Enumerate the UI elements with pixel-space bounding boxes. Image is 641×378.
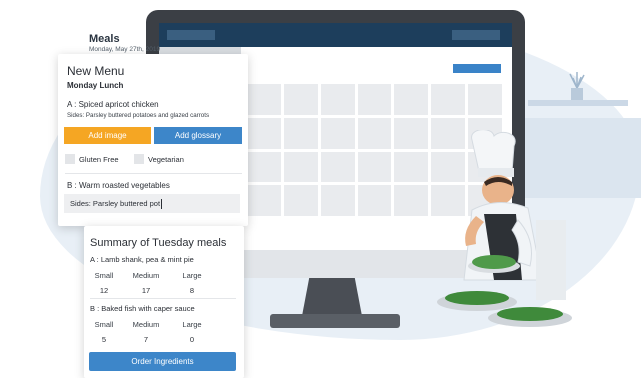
summary-meal-a: A : Lamb shank, pea & mint pie — [90, 255, 194, 264]
gluten-free-label: Gluten Free — [79, 155, 119, 164]
vegetarian-checkbox[interactable] — [134, 154, 144, 164]
kitchen-shelf — [528, 100, 628, 106]
calendar-cell[interactable] — [247, 117, 281, 149]
calendar-cell[interactable] — [431, 84, 466, 115]
calendar-cell[interactable] — [357, 117, 392, 149]
calendar-cell[interactable] — [283, 185, 318, 216]
calendar-cell[interactable] — [357, 151, 392, 183]
screen-date: Monday, May 27th, 2019 — [89, 46, 161, 53]
header-logo-placeholder — [167, 30, 215, 40]
header-menu-placeholder — [452, 30, 500, 40]
calendar-cell[interactable] — [247, 84, 281, 115]
new-menu-title: New Menu — [67, 64, 125, 78]
chef-illustration — [437, 130, 572, 327]
menu-item-a-sides: Sides: Parsley buttered potatoes and gla… — [67, 112, 210, 119]
meal-b-medium-count: 7 — [143, 335, 149, 344]
monitor-stand-base — [270, 314, 400, 328]
col-small-header: Small — [94, 271, 114, 280]
meal-a-medium-count: 17 — [141, 286, 151, 295]
summary-title: Summary of Tuesday meals — [90, 237, 227, 249]
new-menu-subtitle: Monday Lunch — [67, 81, 124, 90]
calendar-cell[interactable] — [394, 117, 429, 149]
calendar-cell[interactable] — [468, 84, 502, 115]
illustration-stage: Meals Monday, May 27th, 2019 New Menu Mo… — [0, 0, 641, 378]
vegetarian-label: Vegetarian — [148, 155, 184, 164]
calendar-cell[interactable] — [394, 151, 429, 183]
calendar-cell[interactable] — [283, 84, 318, 115]
text-caret — [161, 198, 163, 209]
sides-input-value: Sides: Parsley buttered pot — [70, 199, 161, 208]
calendar-cell[interactable] — [247, 151, 281, 183]
col-medium-header: Medium — [132, 320, 160, 329]
calendar-cell[interactable] — [247, 185, 281, 216]
meal-b-large-count: 0 — [189, 335, 195, 344]
calendar-cell[interactable] — [320, 117, 355, 149]
menu-item-a: A : Spiced apricot chicken — [67, 100, 159, 109]
monitor-stand-neck — [302, 278, 362, 316]
divider — [65, 173, 242, 174]
calendar-cell[interactable] — [320, 185, 355, 216]
screen-header-bar — [159, 23, 512, 47]
col-medium-header: Medium — [132, 271, 160, 280]
calendar-cell[interactable] — [283, 151, 318, 183]
summary-meal-b: B : Baked fish with caper sauce — [90, 304, 195, 313]
col-large-header: Large — [182, 271, 202, 280]
calendar-cell[interactable] — [394, 84, 429, 115]
summary-card: Summary of Tuesday meals A : Lamb shank,… — [84, 226, 244, 378]
plant-icon — [569, 72, 585, 100]
order-ingredients-button[interactable]: Order Ingredients — [89, 352, 236, 371]
screen-title: Meals — [89, 33, 120, 45]
meal-b-small-count: 5 — [101, 335, 107, 344]
add-image-button[interactable]: Add image — [64, 127, 151, 144]
divider — [90, 298, 236, 299]
calendar-cell[interactable] — [320, 84, 355, 115]
new-menu-card: New Menu Monday Lunch A : Spiced apricot… — [58, 54, 248, 226]
calendar-cell[interactable] — [357, 84, 392, 115]
calendar-cell[interactable] — [320, 151, 355, 183]
screen-action-button[interactable] — [453, 64, 501, 73]
meal-a-large-count: 8 — [189, 286, 195, 295]
calendar-cell[interactable] — [283, 117, 318, 149]
calendar-cell[interactable] — [394, 185, 429, 216]
add-glossary-button[interactable]: Add glossary — [154, 127, 242, 144]
col-large-header: Large — [182, 320, 202, 329]
menu-item-b: B : Warm roasted vegetables — [67, 181, 170, 190]
meal-a-small-count: 12 — [99, 286, 109, 295]
col-small-header: Small — [94, 320, 114, 329]
calendar-cell[interactable] — [357, 185, 392, 216]
sides-input[interactable]: Sides: Parsley buttered pot — [64, 194, 240, 213]
gluten-free-checkbox[interactable] — [65, 154, 75, 164]
